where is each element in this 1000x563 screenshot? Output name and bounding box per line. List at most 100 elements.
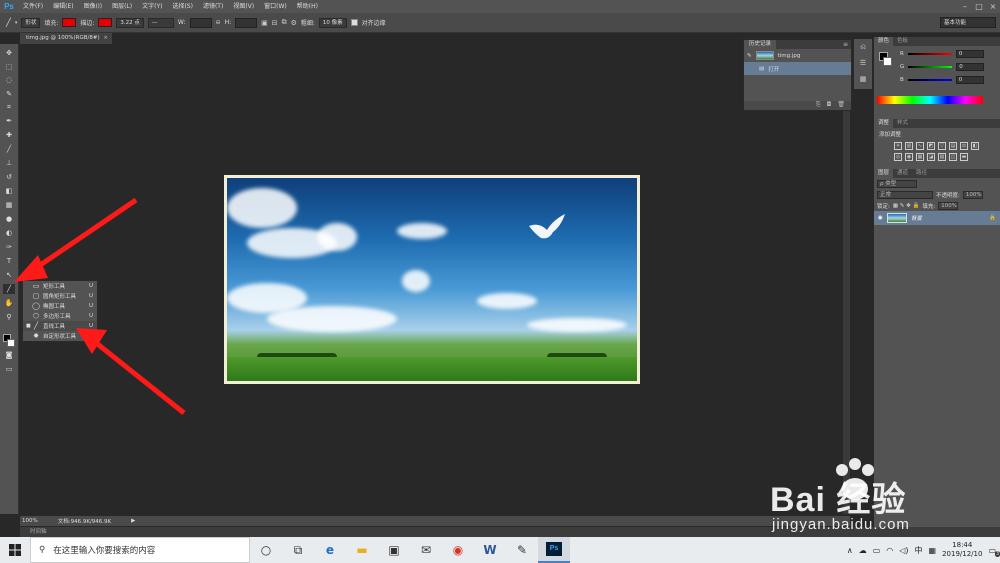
flyout-polygon-tool[interactable]: ⬡ 多边形工具 U — [23, 311, 97, 321]
eyedropper-tool-icon[interactable]: ✒ — [3, 116, 15, 126]
menu-edit[interactable]: 编辑(E) — [48, 0, 78, 13]
menu-window[interactable]: 窗口(W) — [259, 0, 292, 13]
taskbar-search[interactable]: ⚲ 在这里输入你要搜索的内容 — [30, 537, 250, 563]
document-image[interactable] — [224, 175, 640, 384]
tab-color[interactable]: 颜色 — [874, 37, 894, 46]
word-icon[interactable]: W — [474, 537, 506, 563]
blue-slider[interactable]: B 0 — [900, 76, 984, 84]
clock[interactable]: 18:44 2019/12/10 — [942, 541, 982, 559]
tab-paths[interactable]: 路径 — [912, 169, 932, 178]
doc-size[interactable]: 文档:946.9K/946.9K — [58, 517, 111, 525]
tab-adjustments[interactable]: 调整 — [874, 119, 894, 128]
hand-tool-icon[interactable]: ✋ — [3, 298, 15, 308]
path-ops-icon[interactable]: ▣ — [261, 19, 268, 27]
windows-start-icon[interactable] — [0, 537, 30, 563]
line-tool-icon[interactable]: ╱ — [6, 18, 11, 27]
play-icon[interactable]: ▶ — [131, 518, 135, 524]
stroke-style-select[interactable]: — — [147, 17, 174, 28]
menu-image[interactable]: 图像(I) — [79, 0, 107, 13]
notification-icon[interactable]: ▭ 3 — [988, 546, 1000, 557]
move-tool-icon[interactable]: ✥ — [3, 48, 15, 58]
minimize-icon[interactable]: – — [958, 0, 972, 13]
threshold-icon[interactable]: ◫ — [949, 153, 957, 161]
screen-mode-icon[interactable]: ▭ — [3, 364, 15, 374]
vibrance-icon[interactable]: ▽ — [938, 142, 946, 150]
layer-kind-select[interactable]: ρ 类型 — [877, 179, 917, 188]
zoom-level[interactable]: 100% — [22, 518, 38, 524]
tab-styles[interactable]: 样式 — [893, 119, 913, 128]
gradient-map-icon[interactable]: ▬ — [960, 153, 968, 161]
flyout-line-tool[interactable]: ■ ╱ 直线工具 U — [23, 321, 97, 331]
color-spectrum[interactable] — [877, 96, 983, 104]
type-tool-icon[interactable]: T — [3, 256, 15, 266]
properties-panel-icon[interactable]: ☰ — [854, 55, 872, 71]
width-input[interactable] — [189, 17, 212, 28]
menu-filter[interactable]: 滤镜(T) — [198, 0, 228, 13]
wifi-icon[interactable]: ◠ — [886, 546, 893, 555]
background-color-swatch[interactable] — [883, 57, 892, 66]
marquee-tool-icon[interactable]: ⬚ — [3, 62, 15, 72]
link-icon[interactable]: ⊖ — [216, 19, 221, 26]
background-color-swatch[interactable] — [7, 339, 15, 347]
flyout-rectangle-tool[interactable]: ▭ 矩形工具 U — [23, 281, 97, 291]
stroke-swatch[interactable] — [98, 18, 113, 27]
cortana-icon[interactable]: ○ — [250, 537, 282, 563]
weight-input[interactable]: 10 像素 — [318, 17, 347, 28]
menu-help[interactable]: 帮助(H) — [292, 0, 323, 13]
brightness-icon[interactable]: ☀ — [894, 142, 902, 150]
menu-layer[interactable]: 图层(L) — [107, 0, 137, 13]
camera-icon[interactable]: ◘ — [827, 101, 832, 110]
volume-icon[interactable]: ◁) — [899, 546, 908, 555]
vertical-scrollbar[interactable] — [843, 44, 850, 514]
file-explorer-icon[interactable]: ▬ — [346, 537, 378, 563]
close-icon[interactable]: × — [103, 33, 108, 44]
input-mode-icon[interactable]: ▦ — [929, 546, 937, 555]
path-align-icon[interactable]: ⊟ — [272, 19, 278, 27]
task-view-icon[interactable]: ⧉ — [282, 537, 314, 563]
menu-view[interactable]: 视图(V) — [228, 0, 259, 13]
panel-menu-icon[interactable]: ≡ — [843, 40, 851, 49]
fill-swatch[interactable] — [62, 18, 77, 27]
blur-tool-icon[interactable]: ● — [3, 214, 15, 224]
invert-icon[interactable]: ◪ — [927, 153, 935, 161]
healing-tool-icon[interactable]: ✚ — [3, 130, 15, 140]
path-arrange-icon[interactable]: ⧉ — [282, 18, 287, 27]
green-slider[interactable]: G 0 — [900, 63, 985, 71]
hue-saturation-icon[interactable]: ▤ — [949, 142, 957, 150]
curves-icon[interactable]: ∿ — [916, 142, 924, 150]
color-lookup-icon[interactable]: ▦ — [916, 153, 924, 161]
dodge-tool-icon[interactable]: ◐ — [3, 228, 15, 238]
path-select-tool-icon[interactable]: ↖ — [3, 270, 15, 280]
chrome-icon[interactable]: ◉ — [442, 537, 474, 563]
lasso-tool-icon[interactable]: ◌ — [3, 75, 15, 85]
menu-file[interactable]: 文件(F) — [18, 0, 48, 13]
line-tool-icon[interactable]: ╱ — [3, 284, 15, 294]
levels-icon[interactable]: ▥ — [905, 142, 913, 150]
network-icon[interactable]: ▭ — [873, 546, 881, 555]
red-slider[interactable]: R 0 — [900, 50, 984, 58]
chevron-up-icon[interactable]: ∧ — [847, 546, 853, 555]
photo-filter-icon[interactable]: ◎ — [894, 153, 902, 161]
crop-tool-icon[interactable]: ⌗ — [3, 102, 15, 112]
opacity-input[interactable]: 100% — [962, 190, 983, 199]
info-panel-icon[interactable]: ▦ — [854, 71, 872, 87]
gear-icon[interactable]: ⚙ — [291, 19, 297, 27]
blend-mode-select[interactable]: 正常 — [877, 190, 933, 199]
eraser-tool-icon[interactable]: ◧ — [3, 186, 15, 196]
gradient-tool-icon[interactable]: ▦ — [3, 200, 15, 210]
history-panel-icon[interactable]: ⎌ — [854, 39, 872, 55]
tab-history[interactable]: 历史记录 — [744, 40, 777, 49]
trash-icon[interactable]: 🗑 — [837, 101, 845, 110]
stroke-width-input[interactable]: 3.22 点 — [116, 17, 144, 28]
tab-channels[interactable]: 通道 — [893, 169, 913, 178]
channel-mixer-icon[interactable]: ◉ — [905, 153, 913, 161]
paint-icon[interactable]: ✎ — [506, 537, 538, 563]
brush-tool-icon[interactable]: ╱ — [3, 144, 15, 154]
document-tab[interactable]: timg.jpg @ 100%(RGB/8#) × — [20, 33, 112, 44]
quick-select-tool-icon[interactable]: ✎ — [3, 89, 15, 99]
history-snapshot[interactable]: ✎ timg.jpg — [744, 49, 851, 62]
flyout-custom-shape-tool[interactable]: ✸ 自定形状工具 U — [23, 331, 97, 341]
maximize-icon[interactable]: □ — [972, 0, 986, 13]
layer-background[interactable]: ◉ 背景 🔒 — [874, 211, 1000, 225]
menu-type[interactable]: 文字(Y) — [137, 0, 167, 13]
